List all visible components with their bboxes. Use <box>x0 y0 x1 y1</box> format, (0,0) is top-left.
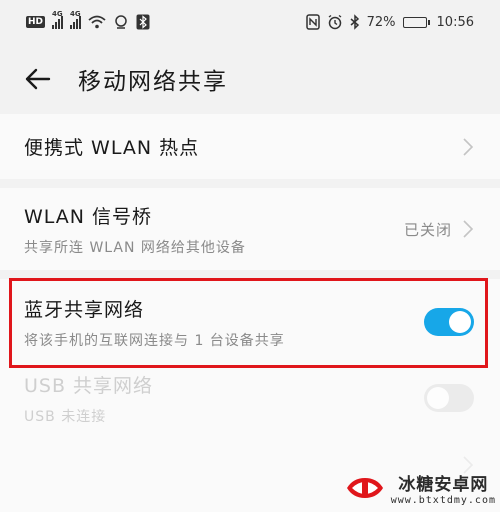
network-type-label-2: 4G <box>70 10 81 18</box>
cellular-signal-icon: 4G <box>52 10 64 29</box>
hotspot-title: 便携式 WLAN 热点 <box>24 137 200 159</box>
hotspot-row[interactable]: 便携式 WLAN 热点 <box>0 114 500 179</box>
wlan-bridge-row[interactable]: WLAN 信号桥 共享所连 WLAN 网络给其他设备 已关闭 <box>0 188 500 270</box>
app-bar: 移动网络共享 <box>0 44 500 114</box>
watermark-name: 冰糖安卓网 <box>398 475 489 495</box>
usb-tethering-title: USB 共享网络 <box>24 374 154 397</box>
wlan-bridge-card: WLAN 信号桥 共享所连 WLAN 网络给其他设备 已关闭 <box>0 188 500 270</box>
bluetooth-tethering-row[interactable]: 蓝牙共享网络 将该手机的互联网连接与 1 台设备共享 <box>0 279 500 365</box>
chevron-right-icon <box>463 137 474 156</box>
back-arrow-icon[interactable] <box>23 64 53 94</box>
status-left: HD 4G 4G <box>26 10 150 30</box>
clock: 10:56 <box>436 14 474 30</box>
alarm-icon <box>328 14 342 30</box>
hotspot-notification-icon <box>115 15 127 29</box>
wlan-bridge-title: WLAN 信号桥 <box>24 205 153 228</box>
status-bar: HD 4G 4G 72% 10:56 <box>0 0 500 44</box>
hd-icon: HD <box>26 16 46 28</box>
usb-tethering-subtitle: USB 未连接 <box>24 408 107 425</box>
cellular-signal-2-icon: 4G <box>70 10 82 29</box>
bluetooth-tethering-subtitle: 将该手机的互联网连接与 1 台设备共享 <box>24 332 285 349</box>
bluetooth-tethering-title: 蓝牙共享网络 <box>24 298 145 321</box>
bluetooth-icon <box>350 14 359 30</box>
wlan-bridge-status: 已关闭 <box>403 220 452 239</box>
usb-tethering-toggle <box>424 384 474 412</box>
bluetooth-notification-icon <box>136 14 150 30</box>
hotspot-card: 便携式 WLAN 热点 <box>0 114 500 179</box>
chevron-right-icon <box>463 220 474 238</box>
wifi-icon <box>88 15 106 29</box>
wlan-bridge-subtitle: 共享所连 WLAN 网络给其他设备 <box>24 239 246 256</box>
network-type-label: 4G <box>52 10 63 18</box>
nfc-icon <box>305 14 320 30</box>
status-right: 72% 10:56 <box>305 14 474 30</box>
watermark-url: www.btxtdmy.com <box>390 495 496 506</box>
battery-icon <box>402 16 430 28</box>
watermark-logo-icon <box>346 478 383 498</box>
toggle-knob <box>449 311 471 333</box>
battery-percent: 72% <box>366 14 396 30</box>
watermark: 冰糖安卓网 www.btxtdmy.com <box>345 470 496 506</box>
toggle-knob <box>427 387 449 409</box>
bluetooth-tethering-toggle[interactable] <box>424 308 474 336</box>
page-title: 移动网络共享 <box>78 69 228 95</box>
usb-tethering-row: USB 共享网络 USB 未连接 <box>0 365 500 431</box>
